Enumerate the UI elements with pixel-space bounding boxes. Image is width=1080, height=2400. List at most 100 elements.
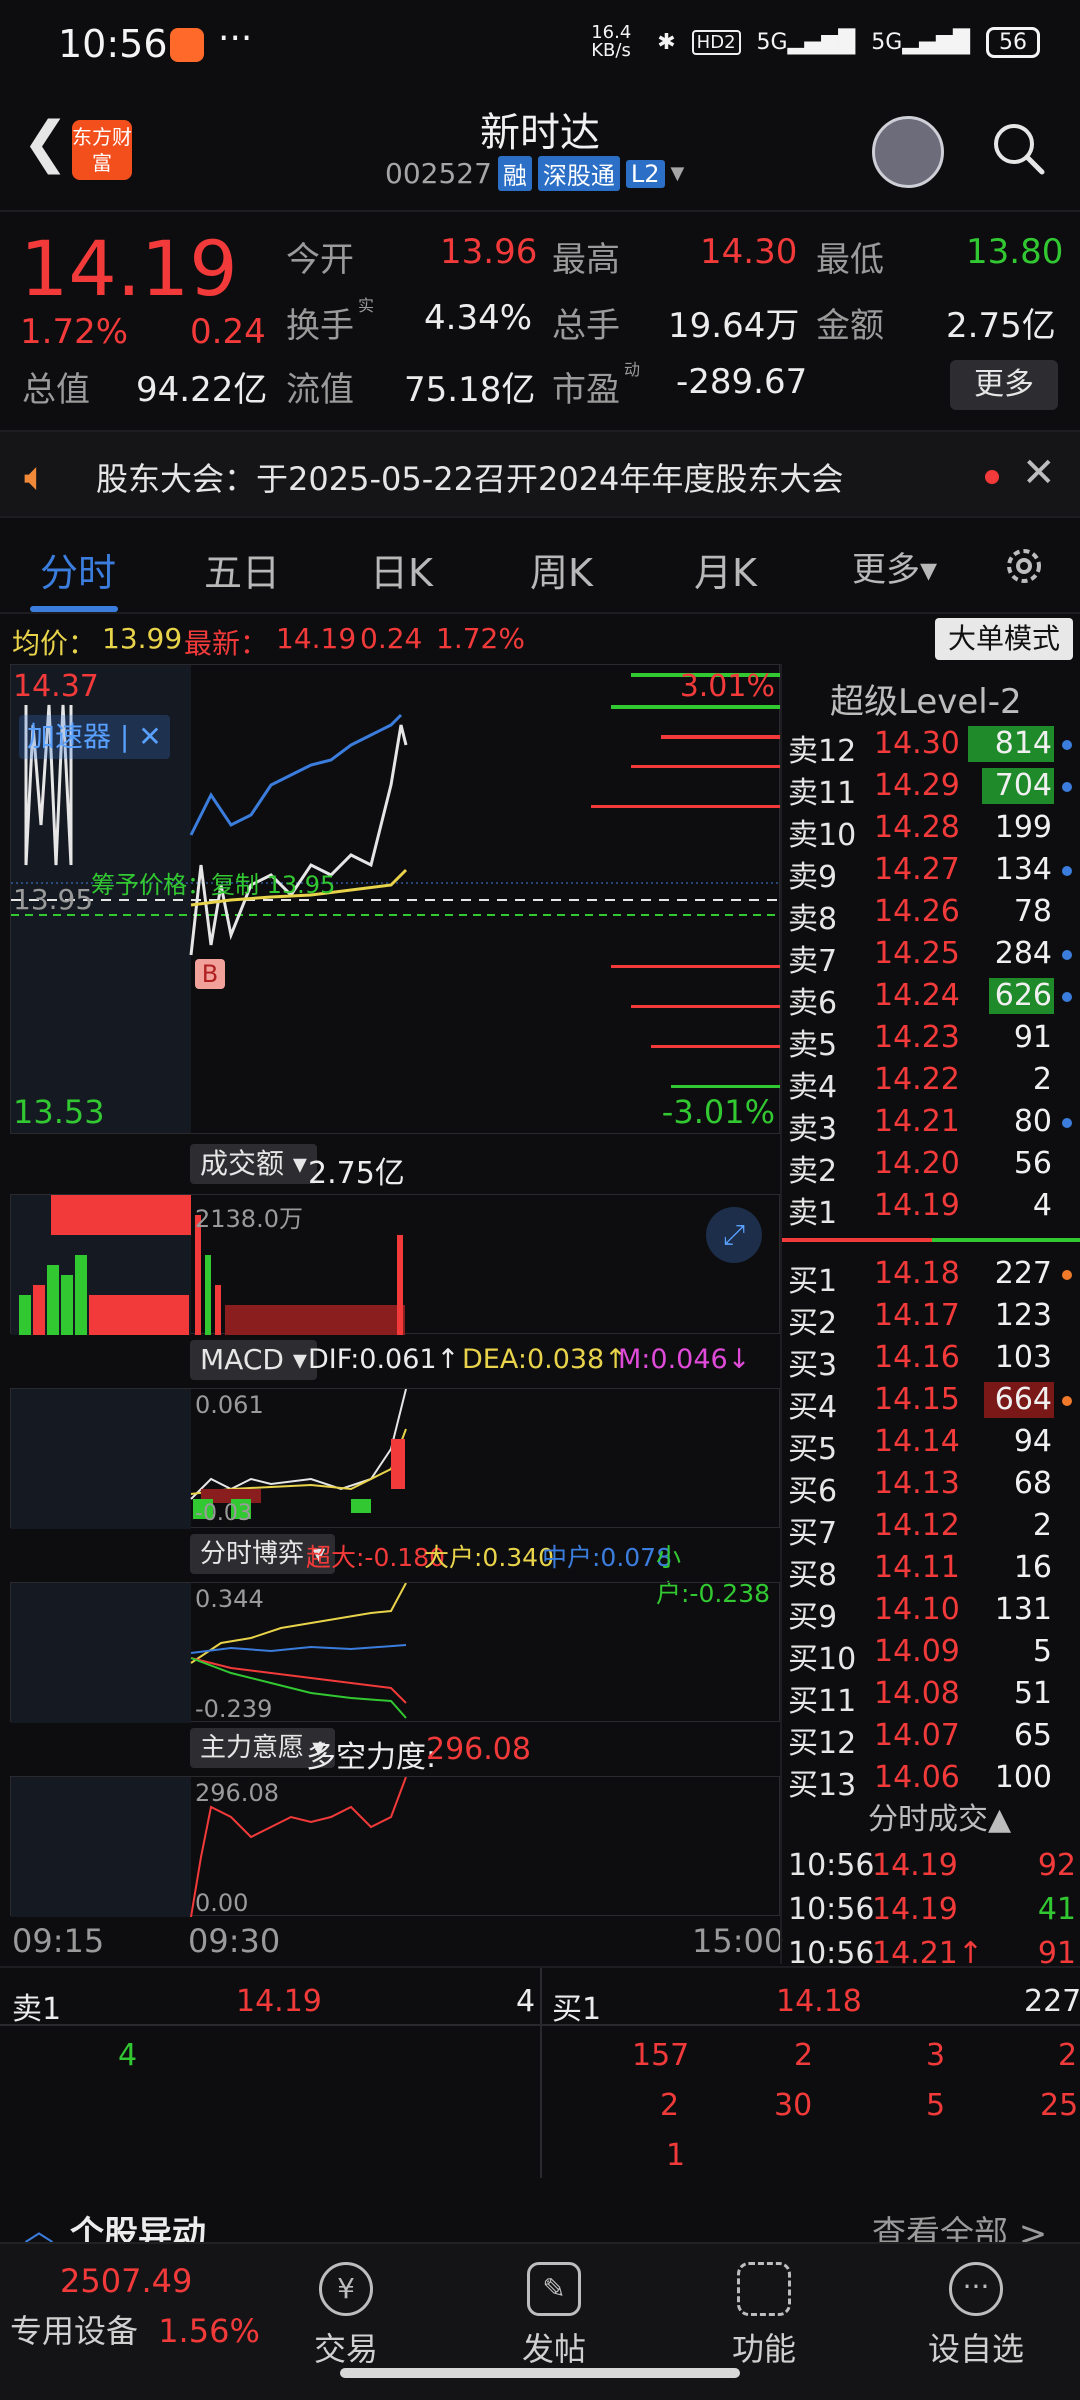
gear-icon[interactable] [1000,542,1048,590]
last-label: 最新： [184,627,269,660]
ask-row[interactable]: 卖3 14.21 80 [782,1102,1080,1147]
ask-row[interactable]: 卖11 14.29 704 [782,766,1080,811]
stock-moves-section[interactable]: ︿ 个股异动 查看全部 > [0,2176,1080,2254]
bid-row[interactable]: 买8 14.11 16 [782,1548,1080,1593]
stock-code-row[interactable]: 002527 融 深股通 L2 ▼ [385,156,684,191]
bottom-pct-label: -3.01% [661,1093,775,1131]
notice-text[interactable]: 股东大会：于2025-05-22召开2024年年度股东大会 [96,454,843,500]
bid-row[interactable]: 买11 14.08 51 [782,1674,1080,1719]
dropdown-icon[interactable]: ▼ [671,163,685,184]
tab-five-day[interactable]: 五日 [204,542,280,597]
nav-watchlist[interactable]: ··· 设自选 [916,2262,1036,2370]
tick-price: 14.19 [872,1892,958,1927]
ask-row[interactable]: 卖6 14.24 626 [782,976,1080,1021]
ask-row[interactable]: 卖8 14.26 78 [782,892,1080,937]
bid-price: 14.18 [874,1256,960,1291]
main-will-panel[interactable]: 296.08 0.00 [10,1776,780,1917]
nav-trade[interactable]: ¥ 交易 [286,2262,406,2370]
assistant-avatar-icon[interactable] [872,116,944,188]
clock: 10:56 [58,22,168,66]
buy-queue-3: 2 [1058,2038,1078,2073]
signal-1-label: 5G [756,29,788,55]
big-order-mode-button[interactable]: 大单模式 [935,618,1073,660]
more-button[interactable]: 更多 [950,360,1058,410]
nav-post[interactable]: ✎ 发帖 [494,2262,614,2370]
bid-vol: 664 [994,1382,1052,1417]
tab-monthly-k[interactable]: 月K [694,542,757,597]
macd-dea: DEA:0.038↑ [462,1344,627,1375]
ask-row[interactable]: 卖4 14.22 2 [782,1060,1080,1105]
grid-icon [737,2262,791,2316]
close-icon[interactable]: ✕ [1022,450,1056,496]
bid-row[interactable]: 买6 14.13 68 [782,1464,1080,1509]
trade-icon: ¥ [319,2262,373,2316]
index-name: 专用设备 [10,2312,139,2350]
macd-name: MACD [200,1343,284,1376]
ask-vol: 78 [1013,894,1052,929]
ask-price: 14.21 [874,1104,960,1139]
ask-row[interactable]: 卖12 14.30 814 [782,724,1080,769]
macd-panel[interactable]: 0.061 -0.03 [10,1388,780,1529]
tab-more[interactable]: 更多▾ [852,542,937,591]
volume-panel[interactable]: 2138.0万 ⤢ [10,1194,780,1335]
capital-game-panel[interactable]: 0.344 -0.239 [10,1582,780,1723]
bid-row[interactable]: 买1 14.18 227 [782,1254,1080,1299]
bid-row[interactable]: 买3 14.16 103 [782,1338,1080,1383]
macd-m: M:0.046↓ [618,1344,751,1375]
bid-price: 14.06 [874,1760,960,1795]
bid-row[interactable]: 买4 14.15 664 [782,1380,1080,1425]
ask-row[interactable]: 卖1 14.19 4 [782,1186,1080,1231]
bid-label: 买6 [788,1474,838,1509]
edit-icon: ✎ [527,2262,581,2316]
bid-row[interactable]: 买2 14.17 123 [782,1296,1080,1341]
accelerator-close-icon[interactable]: | ✕ [120,720,162,753]
bid-row[interactable]: 买10 14.09 5 [782,1632,1080,1677]
buy-queue-0: 157 [632,2038,690,2073]
bid-row[interactable]: 买12 14.07 65 [782,1716,1080,1761]
ask-row[interactable]: 卖10 14.28 199 [782,808,1080,853]
bid-row[interactable]: 买7 14.12 2 [782,1506,1080,1551]
ask-row[interactable]: 卖9 14.27 134 [782,850,1080,895]
search-icon[interactable] [990,120,1046,176]
ask-vol: 134 [994,852,1052,887]
ticks-title[interactable]: 分时成交▲ [868,1794,1011,1838]
expand-icon[interactable]: ⤢ [706,1207,762,1263]
index-ticker[interactable]: 2507.49 专用设备 1.56% [10,2262,260,2352]
buy-queue-1: 2 [794,2038,814,2073]
level2-title: 超级Level-2 [830,682,1022,722]
order-book[interactable]: 超级Level-2 卖12 14.30 814 卖11 14.29 704 卖10 14.28… [780,664,1080,1971]
ask-label: 卖3 [788,1112,838,1147]
home-indicator[interactable] [340,2368,740,2378]
volume-indicator-select[interactable]: 成交额 ▾ [190,1144,317,1184]
tag-margin: 融 [497,156,532,191]
intraday-chart[interactable]: 14.37 3.01% 加速器 | ✕ 13.95 筹予价格：复制 13.95 … [0,664,784,1964]
tab-weekly-k[interactable]: 周K [530,542,593,597]
bid-row[interactable]: 买5 14.14 94 [782,1422,1080,1467]
macd-select[interactable]: MACD ▾ [190,1340,317,1380]
price-panel[interactable]: 14.37 3.01% 加速器 | ✕ 13.95 筹予价格：复制 13.95 … [10,664,781,1134]
notice-bar[interactable]: 🔈︎ 股东大会：于2025-05-22召开2024年年度股东大会 ✕ [0,430,1080,518]
ask-label: 卖6 [788,986,838,1021]
bid-row[interactable]: 买9 14.10 131 [782,1590,1080,1635]
tab-daily-k[interactable]: 日K [370,542,433,597]
mcap-value: 94.22亿 [136,370,268,410]
high-value: 14.30 [700,232,798,272]
ask-row[interactable]: 卖5 14.23 91 [782,1018,1080,1063]
status-icons: 16.4 KB/s ✱ HD2 5G▂▄▆█ 5G▂▄▆█ 56 [591,24,1040,60]
ask-label: 卖5 [788,1028,838,1063]
buy-marker[interactable]: B [195,959,225,989]
ask-row[interactable]: 卖7 14.25 284 [782,934,1080,979]
tab-intraday[interactable]: 分时 [40,542,116,597]
ask-marker-dot [1062,866,1072,876]
bid-price: 14.09 [874,1634,960,1669]
bid-vol: 5 [1032,1634,1052,1669]
ask-vol: 91 [1013,1020,1052,1055]
low-price-label: 13.53 [13,1093,105,1131]
buy1-price: 14.18 [776,1984,862,2019]
ask-row[interactable]: 卖2 14.20 56 [782,1144,1080,1189]
ask-marker-dot [1062,782,1072,792]
ask-price: 14.25 [874,936,960,971]
buy-queue-5: 30 [774,2088,813,2123]
accelerator-chip[interactable]: 加速器 | ✕ [19,715,170,759]
nav-functions[interactable]: 功能 [704,2262,824,2370]
